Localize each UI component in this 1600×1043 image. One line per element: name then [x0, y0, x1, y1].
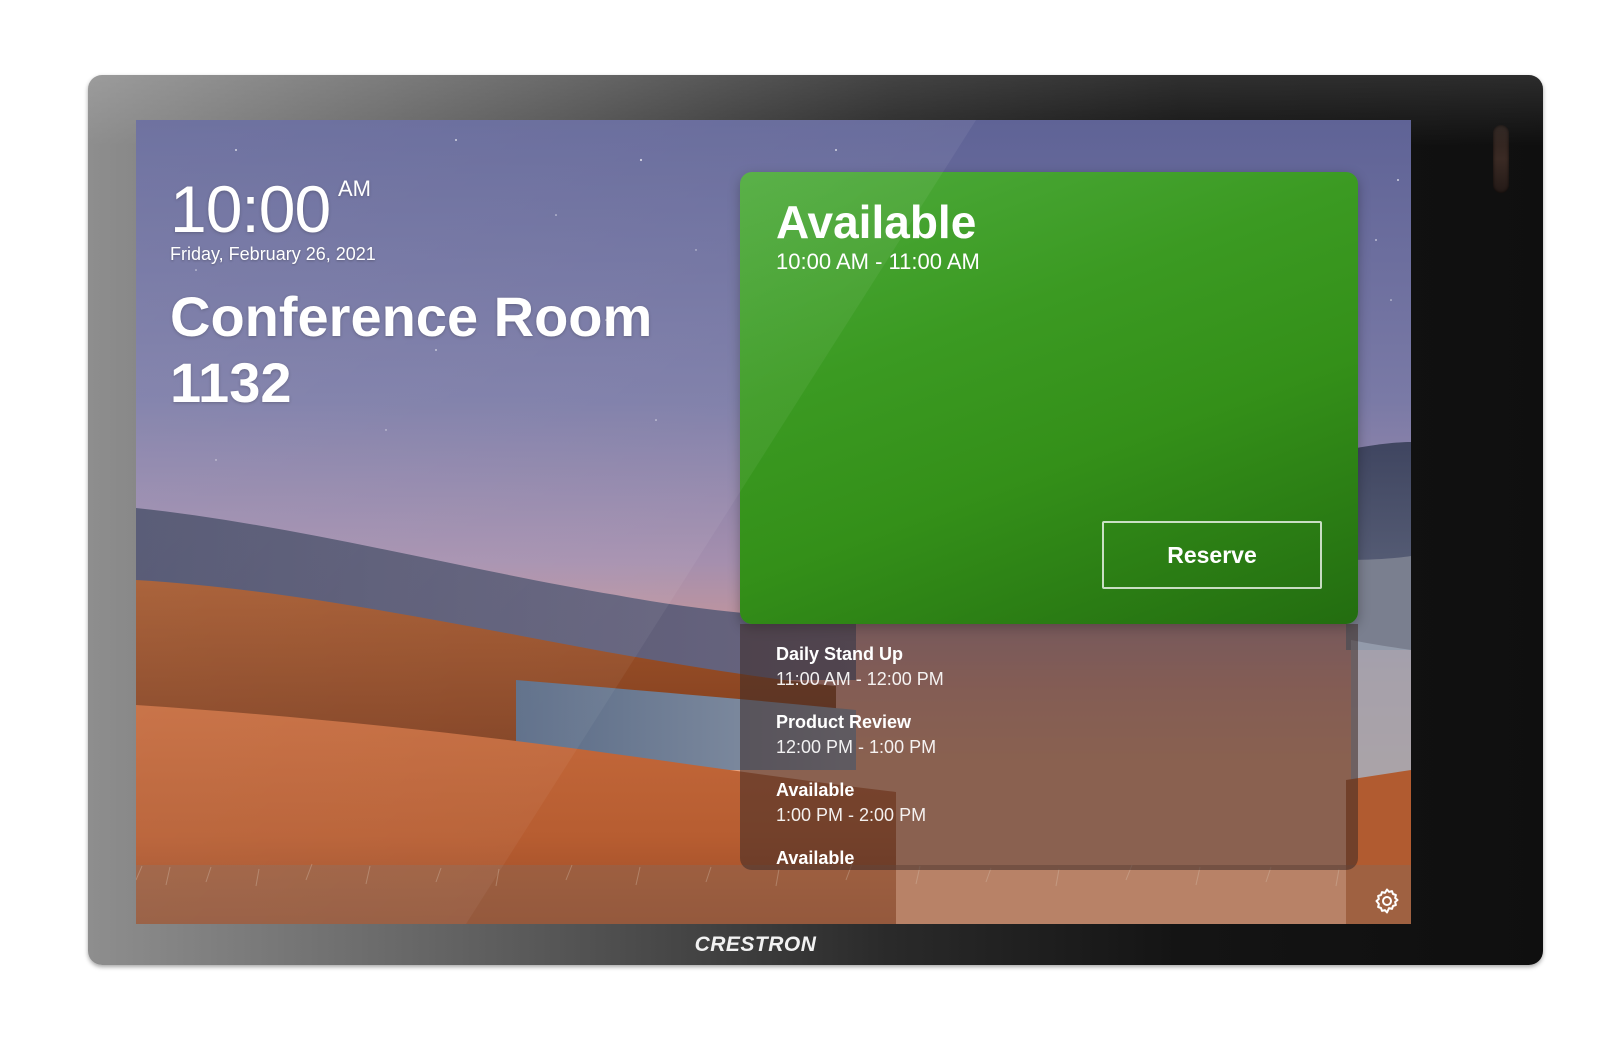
schedule-list[interactable]: Daily Stand Up 11:00 AM - 12:00 PM Produ…: [740, 624, 1358, 870]
clock-ampm: AM: [338, 176, 371, 201]
room-scheduler-screen: 10:00 AM Friday, February 26, 2021 Confe…: [136, 120, 1411, 924]
list-item[interactable]: Product Review 12:00 PM - 1:00 PM: [776, 710, 936, 760]
reserve-button[interactable]: Reserve: [1102, 521, 1322, 589]
status-time-range: 10:00 AM - 11:00 AM: [776, 249, 980, 274]
list-item[interactable]: Daily Stand Up 11:00 AM - 12:00 PM: [776, 642, 944, 692]
brand-logo: CRESTRON: [694, 933, 817, 956]
list-item[interactable]: Available: [776, 846, 854, 870]
current-status-card: Available 10:00 AM - 11:00 AM Reserve: [740, 172, 1358, 624]
schedule-item-title: Product Review: [776, 712, 912, 732]
proximity-sensor: [1493, 125, 1509, 193]
schedule-item-time: 12:00 PM - 1:00 PM: [776, 737, 937, 757]
schedule-item-title: Daily Stand Up: [776, 644, 904, 664]
clock-date: Friday, February 26, 2021: [170, 244, 376, 264]
clock-time: 10:00: [170, 172, 331, 246]
status-title: Available: [776, 196, 977, 248]
schedule-item-title: Available: [776, 780, 855, 800]
schedule-item-time: 1:00 PM - 2:00 PM: [776, 805, 927, 825]
gear-icon[interactable]: [1372, 886, 1402, 916]
room-name: Conference Room 1132: [170, 285, 653, 414]
schedule-item-title: Available: [776, 848, 855, 868]
clock: 10:00 AM: [170, 176, 371, 242]
list-item[interactable]: Available 1:00 PM - 2:00 PM: [776, 778, 926, 828]
schedule-item-time: 11:00 AM - 12:00 PM: [776, 669, 944, 689]
